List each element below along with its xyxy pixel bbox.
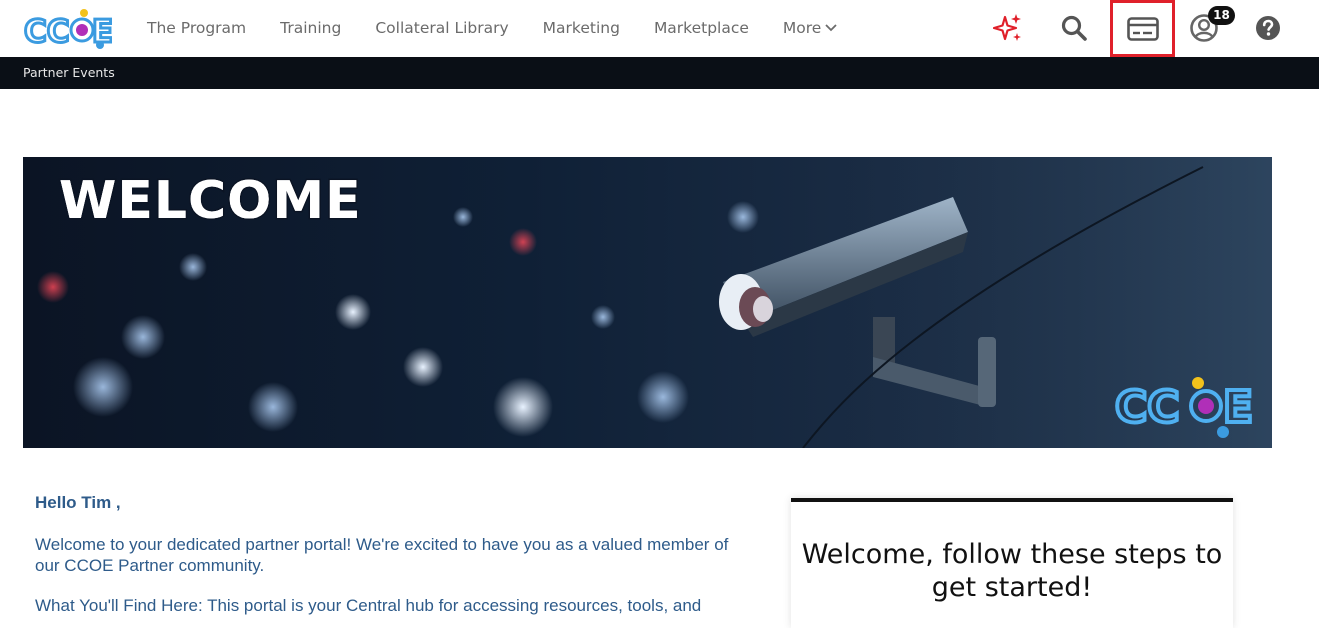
credit-card-icon bbox=[1126, 16, 1159, 41]
question-circle-icon bbox=[1256, 16, 1280, 40]
sub-navigation: Partner Events bbox=[0, 57, 1319, 89]
main-nav: The Program Training Collateral Library … bbox=[130, 0, 854, 56]
nav-marketplace[interactable]: Marketplace bbox=[654, 19, 749, 37]
chevron-down-icon bbox=[825, 24, 837, 32]
nav-marketing[interactable]: Marketing bbox=[543, 19, 620, 37]
card-button[interactable] bbox=[1110, 0, 1175, 57]
help-button[interactable] bbox=[1250, 0, 1286, 56]
ccoe-logo[interactable]: CC E bbox=[22, 8, 115, 52]
top-navigation: CC E The Program Training Collateral Lib… bbox=[0, 0, 1319, 57]
welcome-paragraph: Welcome to your dedicated partner portal… bbox=[35, 535, 729, 575]
welcome-banner: WELCOME CC E bbox=[23, 157, 1272, 448]
svg-text:CC: CC bbox=[24, 14, 70, 50]
search-icon bbox=[1061, 15, 1087, 41]
nav-the-program[interactable]: The Program bbox=[147, 19, 246, 37]
nav-more[interactable]: More bbox=[783, 19, 837, 37]
getting-started-card: Welcome, follow these steps to get start… bbox=[791, 498, 1233, 628]
nav-more-label: More bbox=[782, 19, 822, 37]
portal-description: What You'll Find Here: This portal is yo… bbox=[35, 596, 702, 615]
getting-started-title: Welcome, follow these steps to get start… bbox=[801, 539, 1223, 603]
greeting: Hello Tim , bbox=[35, 493, 121, 512]
banner-title: WELCOME bbox=[58, 170, 363, 233]
banner-logo: CC E bbox=[1113, 374, 1263, 442]
svg-text:E: E bbox=[92, 14, 112, 50]
search-button[interactable] bbox=[1056, 0, 1092, 56]
nav-collateral-library[interactable]: Collateral Library bbox=[375, 19, 508, 37]
svg-text:CC: CC bbox=[1115, 382, 1180, 433]
ai-sparkle-button[interactable] bbox=[990, 0, 1026, 56]
svg-text:E: E bbox=[1223, 382, 1253, 433]
notification-badge: 18 bbox=[1208, 6, 1235, 25]
sparkle-icon bbox=[993, 14, 1021, 41]
subnav-partner-events[interactable]: Partner Events bbox=[23, 65, 115, 80]
nav-training[interactable]: Training bbox=[280, 19, 341, 37]
